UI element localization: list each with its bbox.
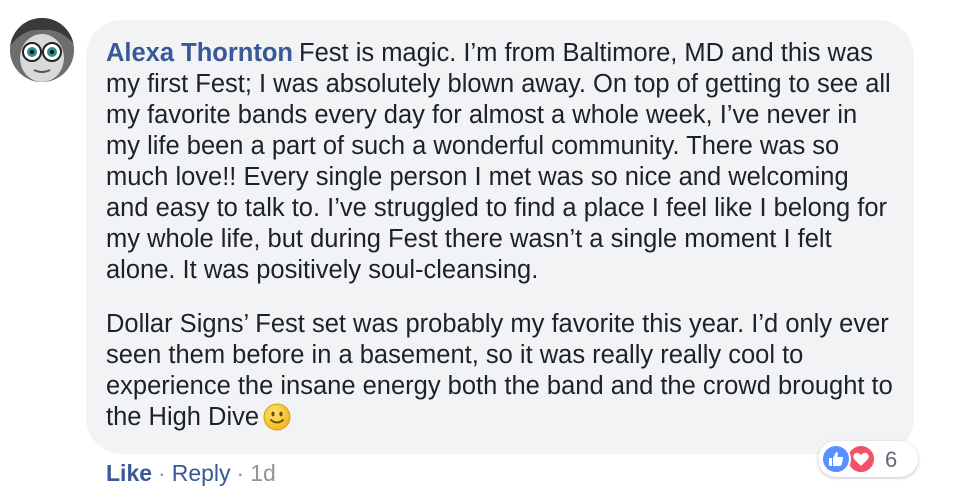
like-icon [821,444,851,474]
like-button[interactable]: Like [106,460,152,486]
comment-paragraph-1: Alexa Thornton Fest is magic. I’m from Ba… [106,38,894,286]
avatar-image [10,18,74,82]
comment-bubble: Alexa Thornton Fest is magic. I’m from Ba… [86,20,914,454]
timestamp[interactable]: 1d [250,460,276,486]
reply-button[interactable]: Reply [172,460,231,486]
comment-actions: Like · Reply · 1d [106,458,276,488]
avatar[interactable] [10,18,74,82]
slightly-smiling-face-icon [263,403,291,431]
comment-text-2: Dollar Signs’ Fest set was probably my f… [106,310,893,431]
reactions-summary[interactable]: 6 [818,441,918,477]
separator: · [158,460,166,486]
reaction-count: 6 [885,447,898,472]
author-name[interactable]: Alexa Thornton [106,39,293,67]
separator: · [236,460,245,486]
comment-paragraph-2: Dollar Signs’ Fest set was probably my f… [106,309,894,433]
comment-text-1: Fest is magic. I’m from Baltimore, MD an… [106,39,891,284]
